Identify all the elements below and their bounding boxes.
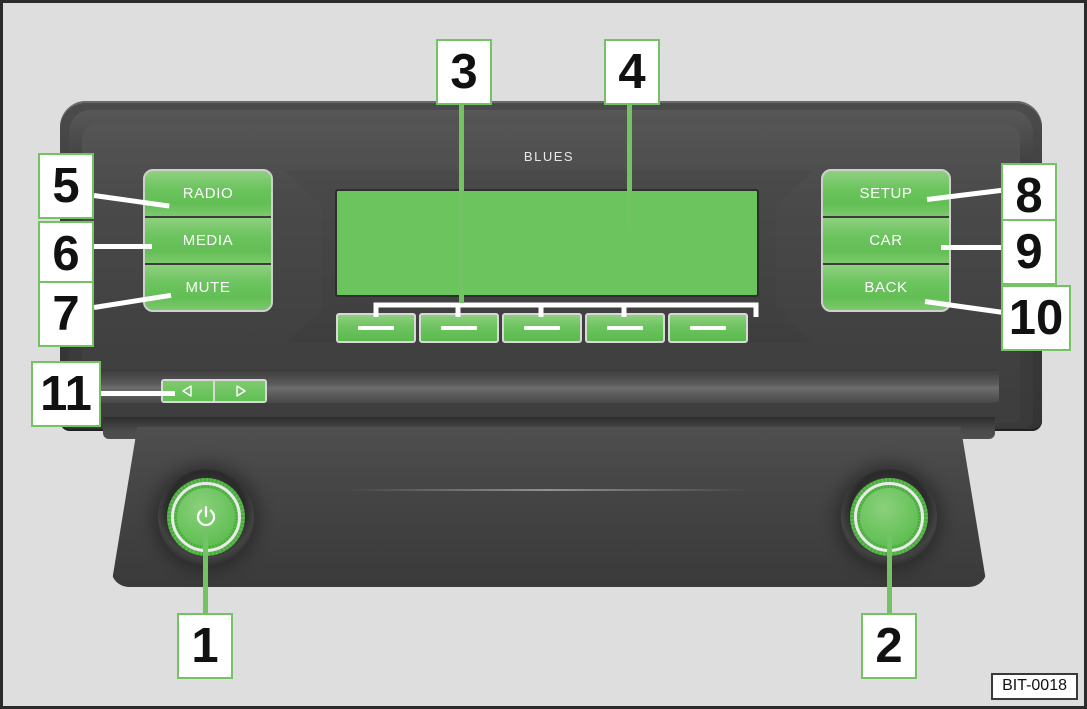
softkey-bracket <box>373 302 759 317</box>
callout-4[interactable]: 4 <box>604 39 660 105</box>
radio-unit-diagram: BLUES RADIO MEDIA MUTE SETUP CAR BACK 3 … <box>0 0 1087 709</box>
next-track-button[interactable] <box>215 381 265 401</box>
callout-11[interactable]: 11 <box>31 361 101 427</box>
lower-panel-seam <box>348 489 748 491</box>
setup-button[interactable]: SETUP <box>823 171 949 218</box>
leader-4 <box>627 99 632 231</box>
mute-button[interactable]: MUTE <box>145 265 271 310</box>
leader-9 <box>941 245 1003 250</box>
callout-10[interactable]: 10 <box>1001 285 1071 351</box>
leader-1 <box>203 529 208 615</box>
callout-3[interactable]: 3 <box>436 39 492 105</box>
callout-5[interactable]: 5 <box>38 153 94 219</box>
media-button[interactable]: MEDIA <box>145 218 271 265</box>
callout-6[interactable]: 6 <box>38 221 94 287</box>
radio-button[interactable]: RADIO <box>145 171 271 218</box>
leader-11 <box>91 391 175 396</box>
leader-3 <box>459 99 464 303</box>
figure-code: BIT-0018 <box>991 673 1078 700</box>
brand-label: BLUES <box>523 149 575 164</box>
left-button-stack: RADIO MEDIA MUTE <box>143 169 273 312</box>
leader-2 <box>887 531 892 615</box>
leader-6 <box>94 244 152 249</box>
arrow-buttons <box>161 379 267 403</box>
callout-2[interactable]: 2 <box>861 613 917 679</box>
car-button[interactable]: CAR <box>823 218 949 265</box>
triangle-left-icon <box>182 385 192 397</box>
callout-9[interactable]: 9 <box>1001 219 1057 285</box>
triangle-right-icon <box>236 385 246 397</box>
right-button-stack: SETUP CAR BACK <box>821 169 951 312</box>
callout-1[interactable]: 1 <box>177 613 233 679</box>
power-icon <box>196 506 216 527</box>
callout-7[interactable]: 7 <box>38 281 94 347</box>
display-screen <box>335 189 759 297</box>
